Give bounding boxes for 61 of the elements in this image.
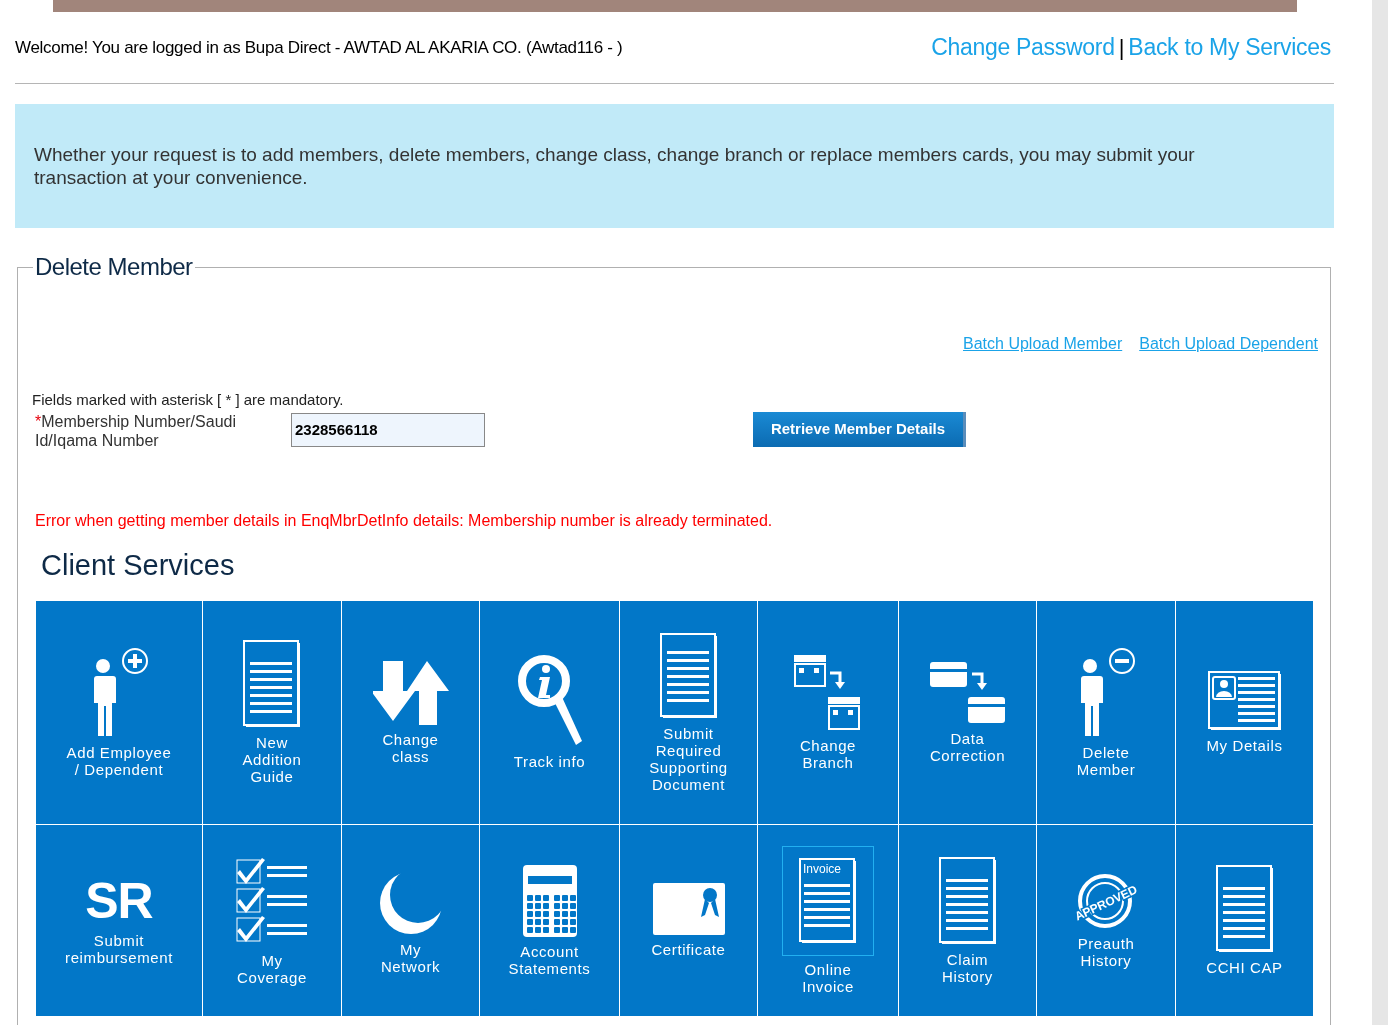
cards-arrow-icon	[929, 661, 1006, 724]
service-tile[interactable]: Data Correction	[899, 601, 1036, 824]
sr-icon: SR	[85, 875, 153, 926]
tile-label: Change Branch	[799, 736, 857, 771]
tile-label: Account Statements	[508, 942, 591, 977]
back-to-services-link[interactable]: Back to My Services	[1128, 30, 1331, 65]
change-password-link[interactable]: Change Password	[931, 30, 1115, 65]
service-tile[interactable]: Add Employee / Dependent	[36, 601, 202, 824]
tile-label: Certificate	[651, 941, 726, 958]
service-tile[interactable]: Submit Required Supporting Document	[620, 601, 757, 824]
document-icon	[659, 632, 718, 719]
service-tile[interactable]: Change Branch	[758, 601, 898, 824]
service-tile[interactable]: Claim History	[899, 825, 1036, 1016]
service-tile[interactable]: Track info	[480, 601, 619, 824]
service-tile[interactable]: CCHI CAP	[1176, 825, 1313, 1016]
tile-label: Data Correction	[929, 729, 1006, 764]
banner-text: Whether your request is to add members, delete members, change class, change branch or replace members cards, you may submit your transaction at your convenience.	[34, 143, 1196, 189]
tile-label: My Coverage	[237, 951, 307, 986]
document-icon	[243, 640, 301, 728]
link-separator: |	[1118, 34, 1125, 62]
tile-label: New Addition Guide	[242, 734, 302, 785]
retrieve-member-details-button[interactable]: Retrieve Member Details	[753, 411, 966, 447]
tile-label: My Network	[380, 940, 441, 975]
info-magnifier-icon	[517, 655, 582, 747]
tile-label: Track info	[513, 753, 586, 770]
tile-label: Submit reimbursement	[65, 931, 173, 966]
tile-label: Delete Member	[1076, 743, 1136, 778]
service-tile[interactable]: Invoice Online Invoice	[758, 825, 898, 1016]
service-tile[interactable]: Change class	[342, 601, 479, 824]
service-tile[interactable]: SR Submit reimbursement	[36, 825, 202, 1016]
mandatory-note: Fields marked with asterisk [ * ] are mandatory.	[32, 390, 345, 410]
field-label: *Membership Number/Saudi Id/Iqama Number	[35, 411, 237, 450]
welcome-text: Welcome! You are logged in as Bupa Direct - AWTAD AL AKARIA CO. (Awtad116 - )	[15, 36, 623, 59]
error-message: Error when getting member details in EnqMbrDetInfo details: Membership number is already terminated.	[35, 510, 774, 531]
document-icon	[1215, 865, 1274, 953]
service-tile[interactable]: Account Statements	[480, 825, 619, 1016]
tile-label: CCHI CAP	[1206, 959, 1283, 976]
service-tile[interactable]: Delete Member	[1037, 601, 1175, 824]
batch-upload-link[interactable]: Batch Upload Member	[963, 332, 1123, 356]
section-title: Client Services	[41, 547, 236, 583]
calculator-icon	[522, 864, 577, 937]
buildings-arrow-icon	[794, 654, 862, 731]
profile-card-icon	[1207, 671, 1282, 731]
tile-label: Submit Required Supporting Document	[649, 724, 728, 793]
tile-label: My Details	[1206, 737, 1283, 754]
service-tile[interactable]: My Details	[1176, 601, 1313, 824]
batch-upload-link[interactable]: Batch Upload Dependent	[1139, 332, 1318, 356]
tile-label: Change class	[382, 730, 439, 765]
service-tile[interactable]: My Coverage	[203, 825, 341, 1016]
document-icon	[938, 856, 997, 945]
membership-number-field[interactable]: 2328566118	[291, 412, 485, 447]
invoice-document-icon: Invoice	[799, 857, 857, 944]
up-down-arrows-icon	[372, 660, 449, 725]
service-tile[interactable]: New Addition Guide	[203, 601, 341, 824]
service-tile[interactable]: Certificate	[620, 825, 757, 1016]
tile-label: Online Invoice	[802, 960, 854, 995]
service-tile[interactable]: My Network	[342, 825, 479, 1016]
tile-label: Claim History	[942, 950, 993, 985]
tile-label: Add Employee / Dependent	[66, 743, 172, 778]
certificate-ribbon-icon	[652, 883, 725, 935]
tile-label: Preauth History	[1077, 934, 1135, 969]
